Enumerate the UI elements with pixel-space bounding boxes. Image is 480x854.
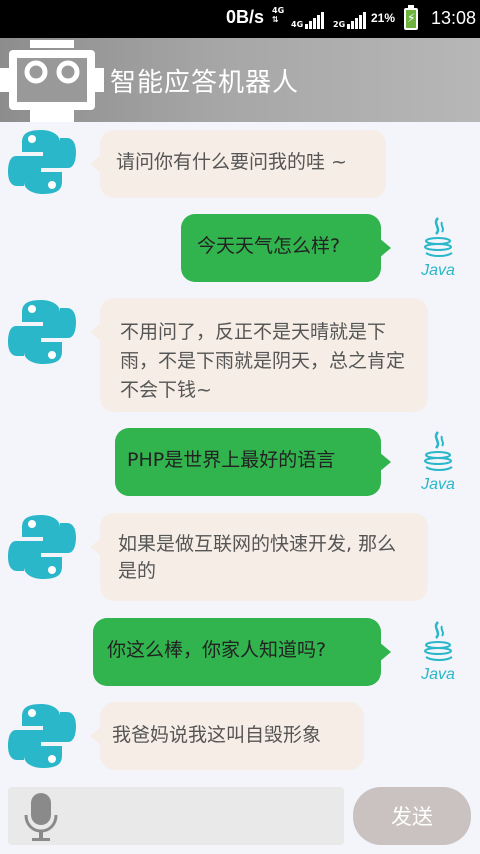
python-icon — [8, 704, 76, 768]
robot-icon — [0, 40, 104, 122]
chat-bubble: 我爸妈说我这叫自毁形象 — [90, 702, 364, 770]
python-icon — [8, 515, 76, 579]
java-icon: Java — [420, 217, 455, 279]
message-text: PHP是世界上最好的语言 — [127, 449, 336, 471]
net-speed: 0B/s — [226, 7, 265, 27]
chat-bubble: 你这么棒，你家人知道吗? — [93, 618, 391, 686]
signal-icon: 2G — [333, 9, 367, 29]
java-icon: Java — [420, 431, 455, 493]
battery-percent: 21% — [371, 11, 396, 25]
python-icon — [8, 130, 76, 194]
message-text: 你这么棒，你家人知道吗? — [107, 639, 327, 661]
net-type: 4G ⇅ — [272, 6, 285, 24]
battery-icon: ⚡ — [404, 5, 418, 30]
status-bar: 0B/s 4G ⇅ 4G 2G 21% ⚡ 13:08 — [0, 0, 480, 38]
svg-text:Java: Java — [420, 476, 455, 493]
message-input[interactable] — [8, 787, 344, 845]
message-text: 如果是做互联网的快速开发, 那么 是的 — [118, 533, 397, 582]
java-icon: Java — [420, 621, 455, 683]
page-title: 智能应答机器人 — [110, 68, 300, 98]
send-button[interactable]: 发送 — [353, 787, 471, 845]
svg-text:Java: Java — [420, 666, 455, 683]
chat-bubble: 不用问了，反正不是天晴就是下雨，不是下雨就是阴天，总之肯定不会下钱~ — [90, 298, 428, 412]
chat-bubble: 今天天气怎么样? — [181, 214, 391, 282]
python-icon — [8, 300, 76, 364]
chat-bubble: 如果是做互联网的快速开发, 那么 是的 — [90, 513, 428, 601]
chat-bubble: PHP是世界上最好的语言 — [115, 428, 391, 496]
svg-text:Java: Java — [420, 262, 455, 279]
clock: 13:08 — [431, 8, 477, 28]
signal-icon: 4G — [291, 9, 325, 29]
message-text: 我爸妈说我这叫自毁形象 — [112, 724, 322, 746]
chat-bubble: 请问你有什么要问我的哇 ~ — [90, 130, 386, 198]
title-bar: 智能应答机器人 — [0, 38, 480, 122]
microphone-icon[interactable] — [24, 791, 58, 843]
message-text: 今天天气怎么样? — [197, 235, 341, 257]
message-text: 不用问了，反正不是天晴就是下雨，不是下雨就是阴天，总之肯定不会下钱~ — [120, 321, 406, 401]
message-text: 请问你有什么要问我的哇 ~ — [116, 151, 347, 173]
